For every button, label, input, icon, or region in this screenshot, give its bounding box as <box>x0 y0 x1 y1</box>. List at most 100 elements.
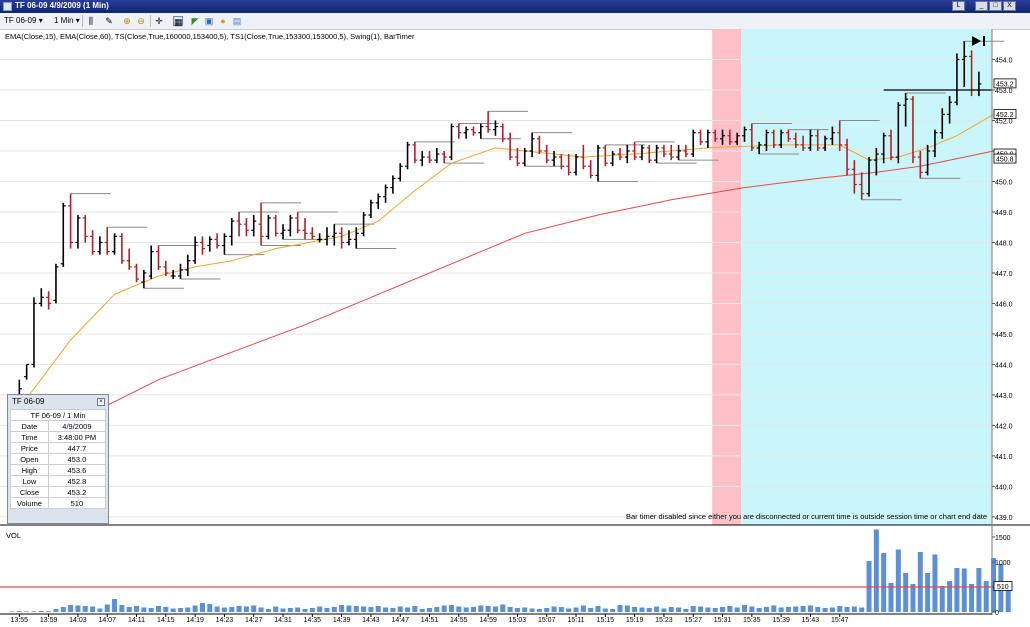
draw-pencil-icon[interactable]: ✎ <box>104 16 114 26</box>
close-button[interactable]: X <box>1003 1 1016 11</box>
volume-bar <box>558 607 564 612</box>
time-tick-label: 15:03 <box>509 617 527 624</box>
volume-bar <box>976 568 982 612</box>
ohlc-bar <box>119 233 125 264</box>
volume-bar <box>749 606 755 612</box>
ohlc-bar <box>214 233 220 249</box>
time-tick-label: 14:03 <box>69 617 87 624</box>
ohlc-bar <box>75 215 81 249</box>
time-tick-label: 14:43 <box>362 617 380 624</box>
volume-bar <box>287 608 293 612</box>
price-tick-label: 454.0 <box>995 57 1013 64</box>
price-marker: 452.2 <box>993 108 1017 119</box>
row-label: Price <box>10 442 49 454</box>
strategies-icon[interactable]: ◤ <box>190 16 200 26</box>
alert-icon[interactable]: ● <box>218 16 228 26</box>
volume-bar <box>720 607 726 612</box>
indicator-list: EMA(Close,15), EMA(Close,60), TS(Close,T… <box>5 32 415 41</box>
ohlc-bar <box>588 160 594 179</box>
volume-bar <box>199 603 205 612</box>
time-tick-label: 15:27 <box>684 617 702 624</box>
volume-bar <box>31 611 37 612</box>
volume-bar <box>97 608 103 612</box>
volume-bar <box>302 609 308 612</box>
volume-bar <box>456 606 462 612</box>
price-tick-label: 445.0 <box>995 332 1013 339</box>
template-icon[interactable]: ▤ <box>232 16 242 26</box>
volume-bar <box>207 604 213 612</box>
time-tick-label: 15:23 <box>655 617 673 624</box>
price-tick-label: 448.0 <box>995 240 1013 247</box>
zoom-in-icon[interactable]: ⊕ <box>122 16 132 26</box>
ohlc-bar <box>31 297 37 368</box>
ohlc-bar <box>573 154 579 176</box>
ohlc-bar <box>566 154 572 176</box>
ohlc-bar <box>610 150 616 167</box>
row-label: Time <box>10 431 49 443</box>
volume-bar <box>785 607 791 612</box>
table-row: Open 453.0 <box>10 453 107 465</box>
ohlc-bar <box>295 211 301 234</box>
ohlc-bar <box>529 132 535 158</box>
time-tick-label: 15:47 <box>831 617 849 624</box>
ohlc-bar <box>405 141 411 170</box>
volume-bar <box>734 607 740 612</box>
time-axis: 13:55 13:59 14:03 14:07 14:11 14:15 14:19 14:23… <box>0 613 992 624</box>
title-bar: TF 06-09 4/9/2009 (1 Min) L _ □ X <box>0 0 1030 13</box>
volume-bar <box>492 606 498 612</box>
volume-panel: 150010005000510 <box>0 529 1013 617</box>
price-tick-label: 441.0 <box>995 454 1013 461</box>
volume-bar <box>756 608 762 612</box>
ohlc-bar <box>258 202 264 246</box>
window-l-button[interactable]: L <box>952 1 965 11</box>
volume-bar <box>969 584 975 612</box>
ohlc-bar <box>148 245 154 280</box>
ohlc-bar <box>595 144 601 182</box>
crosshair-icon[interactable]: ✛ <box>154 16 164 26</box>
row-value: 3:48:00 PM <box>47 431 107 443</box>
volume-bar <box>441 605 447 612</box>
volume-bar <box>925 573 931 612</box>
volume-bar <box>192 605 198 612</box>
volume-bar <box>53 609 59 612</box>
volume-bar <box>134 606 140 612</box>
ohlc-bar <box>470 126 476 136</box>
chart-canvas[interactable]: 454.0453.0452.0451.0450.0449.0448.0447.0… <box>0 29 1030 627</box>
volume-bar <box>705 607 711 612</box>
maximize-button[interactable]: □ <box>989 1 1002 11</box>
volume-bar <box>873 529 879 612</box>
data-window-close-button[interactable]: × <box>97 398 105 406</box>
time-tick-label: 14:59 <box>479 617 497 624</box>
volume-bar <box>771 605 777 612</box>
ohlc-bar <box>427 150 433 164</box>
volume-bar <box>778 607 784 612</box>
volume-bar <box>112 599 118 612</box>
volume-bar <box>939 586 945 612</box>
bar-style-icon[interactable]: ⫼ <box>86 16 96 26</box>
symbol-selector[interactable]: TF 06-09 ▾ <box>4 15 43 27</box>
data-window[interactable]: TF 06-09 × TF 06-09 / 1 Min Date 4/9/2009… <box>7 394 109 524</box>
price-tick-label: 443.0 <box>995 393 1013 400</box>
minimize-button[interactable]: _ <box>975 1 988 11</box>
price-marker: 450.8 <box>993 153 1017 164</box>
time-tick-label: 15:07 <box>538 617 556 624</box>
ohlc-bar <box>368 199 374 219</box>
interval-selector[interactable]: 1 Min ▾ <box>54 15 80 27</box>
data-window-title: TF 06-09 <box>12 397 45 406</box>
time-tick-label: 15:31 <box>714 617 732 624</box>
bar-timer-message: Bar timer disabled since either you are … <box>626 512 987 521</box>
volume-bar <box>82 606 88 612</box>
volume-bar <box>170 608 176 612</box>
zoom-out-icon[interactable]: ⊖ <box>136 16 146 26</box>
chart-properties-icon[interactable]: ▣ <box>204 16 214 26</box>
price-tick-label: 453.0 <box>995 88 1013 95</box>
volume-bar <box>126 607 132 612</box>
time-tick-label: 14:39 <box>333 617 351 624</box>
volume-bar <box>449 605 454 612</box>
volume-bar <box>632 607 638 612</box>
ohlc-bar <box>434 147 440 164</box>
time-tick-label: 13:55 <box>11 617 29 624</box>
volume-bar <box>104 604 110 612</box>
data-box-icon[interactable]: ▦ <box>173 16 183 27</box>
time-tick-label: 13:59 <box>40 617 58 624</box>
